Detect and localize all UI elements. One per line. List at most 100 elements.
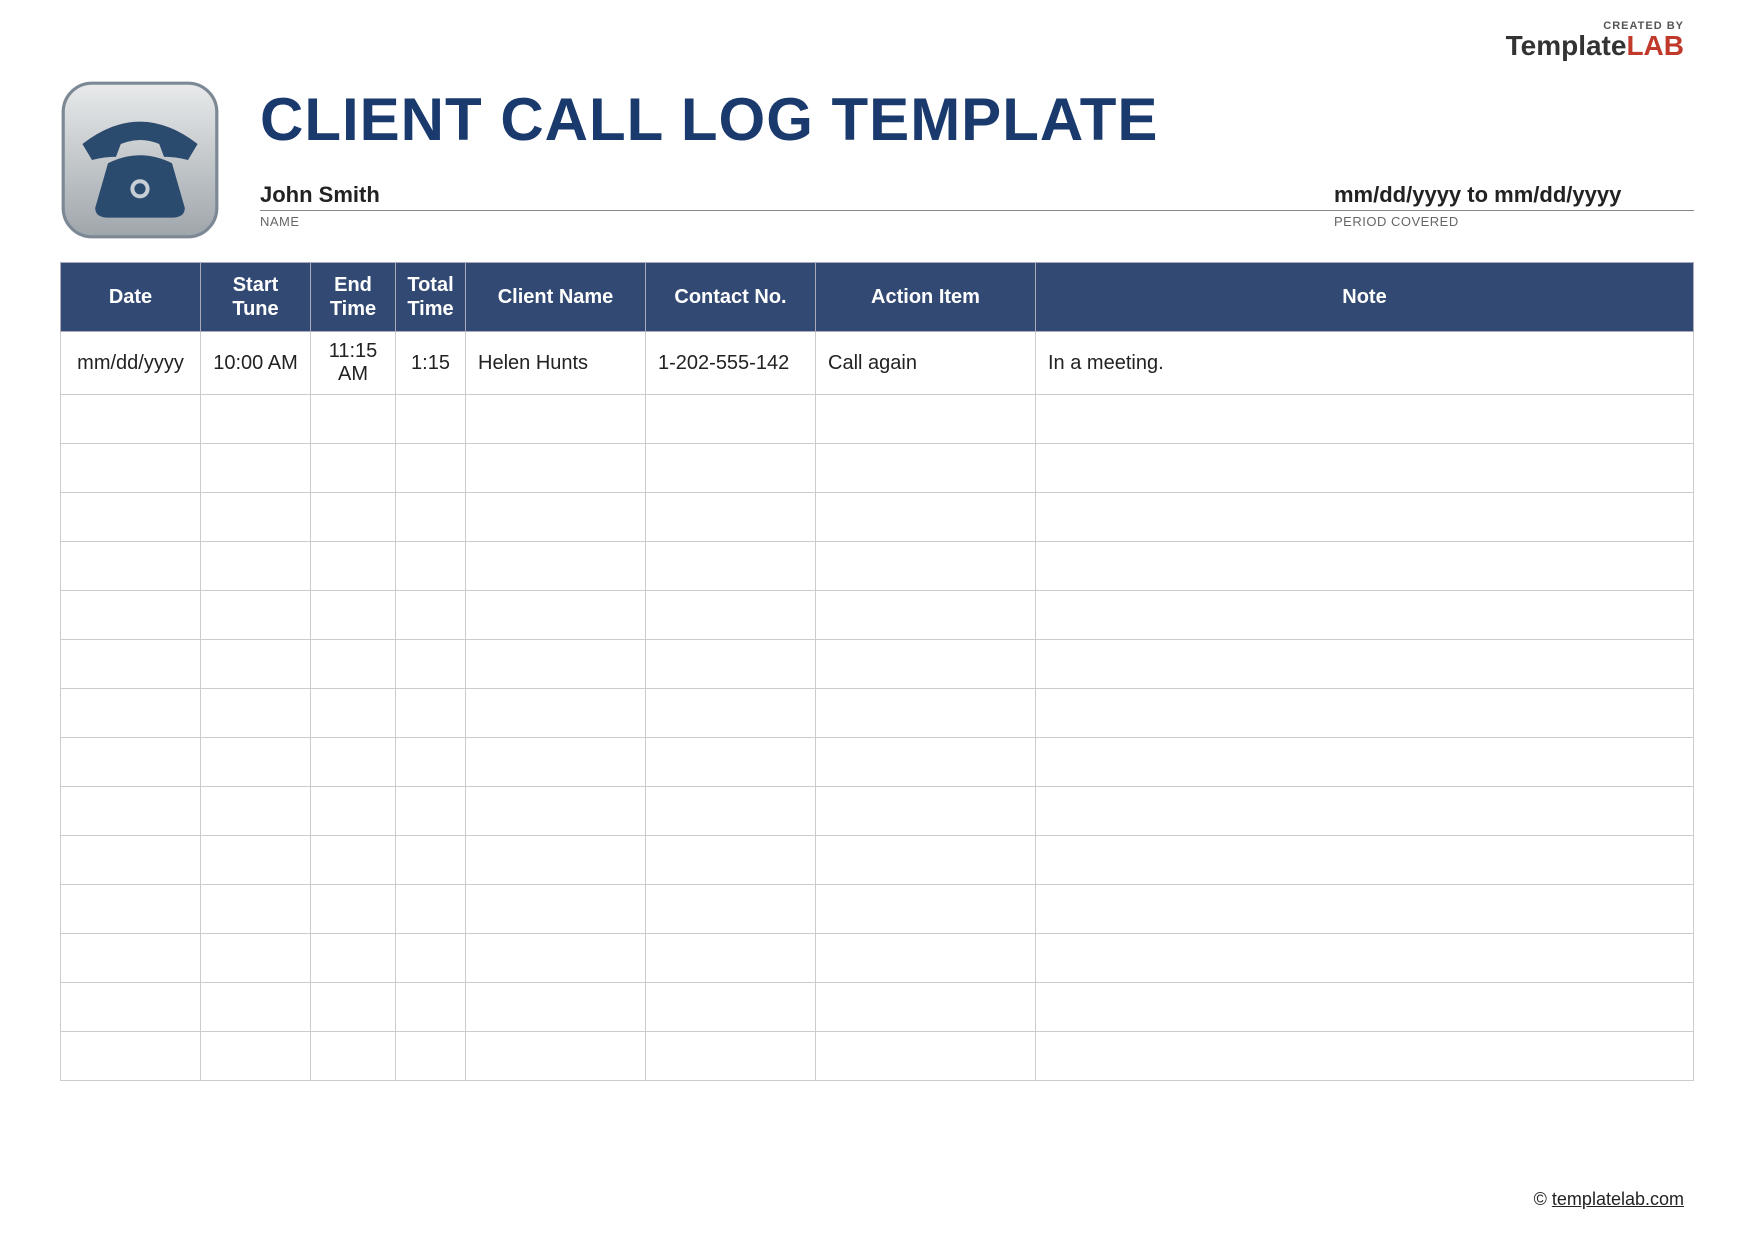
header-start: Start Tune xyxy=(201,263,311,332)
header-text: CLIENT CALL LOG TEMPLATE John Smith NAME… xyxy=(260,80,1694,229)
table-row xyxy=(61,493,1694,542)
cell-end xyxy=(311,395,396,444)
cell-client xyxy=(466,983,646,1032)
cell-client xyxy=(466,934,646,983)
header-end: End Time xyxy=(311,263,396,332)
brand-badge: CREATED BY TemplateLAB xyxy=(1506,20,1684,60)
cell-client xyxy=(466,493,646,542)
table-row xyxy=(61,983,1694,1032)
brand-name-part1: Template xyxy=(1506,30,1627,61)
cell-note xyxy=(1036,395,1694,444)
cell-date xyxy=(61,493,201,542)
page-title: CLIENT CALL LOG TEMPLATE xyxy=(260,85,1694,154)
header-note: Note xyxy=(1036,263,1694,332)
cell-start xyxy=(201,689,311,738)
cell-end xyxy=(311,983,396,1032)
cell-date xyxy=(61,395,201,444)
cell-action xyxy=(816,640,1036,689)
cell-end xyxy=(311,542,396,591)
cell-contact xyxy=(646,836,816,885)
cell-end xyxy=(311,836,396,885)
cell-client xyxy=(466,738,646,787)
cell-note xyxy=(1036,983,1694,1032)
cell-contact xyxy=(646,885,816,934)
cell-total xyxy=(396,787,466,836)
cell-end xyxy=(311,787,396,836)
cell-action xyxy=(816,1032,1036,1081)
cell-client xyxy=(466,1032,646,1081)
cell-note xyxy=(1036,836,1694,885)
cell-note xyxy=(1036,689,1694,738)
cell-end xyxy=(311,689,396,738)
table-row xyxy=(61,885,1694,934)
cell-note xyxy=(1036,542,1694,591)
cell-note xyxy=(1036,591,1694,640)
table-row xyxy=(61,591,1694,640)
cell-contact xyxy=(646,591,816,640)
cell-start xyxy=(201,395,311,444)
cell-start: 10:00 AM xyxy=(201,332,311,395)
cell-action xyxy=(816,689,1036,738)
cell-start xyxy=(201,885,311,934)
table-row xyxy=(61,444,1694,493)
cell-action xyxy=(816,542,1036,591)
cell-contact xyxy=(646,542,816,591)
meta-row: John Smith NAME mm/dd/yyyy to mm/dd/yyyy… xyxy=(260,182,1694,229)
cell-contact xyxy=(646,787,816,836)
cell-contact xyxy=(646,1032,816,1081)
header-total: Total Time xyxy=(396,263,466,332)
cell-contact xyxy=(646,689,816,738)
cell-end xyxy=(311,591,396,640)
cell-date xyxy=(61,542,201,591)
cell-action xyxy=(816,885,1036,934)
meta-period-block: mm/dd/yyyy to mm/dd/yyyy PERIOD COVERED xyxy=(1334,182,1694,229)
header-contact: Contact No. xyxy=(646,263,816,332)
cell-date xyxy=(61,983,201,1032)
cell-end xyxy=(311,493,396,542)
cell-total xyxy=(396,493,466,542)
cell-start xyxy=(201,493,311,542)
cell-client xyxy=(466,787,646,836)
meta-name-block: John Smith NAME xyxy=(260,182,1334,229)
table-row: mm/dd/yyyy10:00 AM11:15 AM1:15Helen Hunt… xyxy=(61,332,1694,395)
cell-client xyxy=(466,640,646,689)
cell-action xyxy=(816,591,1036,640)
cell-note xyxy=(1036,493,1694,542)
cell-start xyxy=(201,591,311,640)
cell-contact xyxy=(646,444,816,493)
cell-client xyxy=(466,444,646,493)
cell-action xyxy=(816,934,1036,983)
table-row xyxy=(61,542,1694,591)
footer-url: templatelab.com xyxy=(1552,1189,1684,1209)
cell-client xyxy=(466,395,646,444)
table-row xyxy=(61,640,1694,689)
cell-date xyxy=(61,787,201,836)
cell-total xyxy=(396,1032,466,1081)
cell-end xyxy=(311,934,396,983)
header-date: Date xyxy=(61,263,201,332)
cell-action xyxy=(816,836,1036,885)
table-row xyxy=(61,787,1694,836)
cell-client xyxy=(466,885,646,934)
header-client: Client Name xyxy=(466,263,646,332)
cell-end xyxy=(311,885,396,934)
brand-name-part2: LAB xyxy=(1626,30,1684,61)
header: CLIENT CALL LOG TEMPLATE John Smith NAME… xyxy=(60,80,1694,240)
cell-total xyxy=(396,395,466,444)
cell-date xyxy=(61,591,201,640)
cell-total: 1:15 xyxy=(396,332,466,395)
cell-action xyxy=(816,493,1036,542)
cell-note xyxy=(1036,1032,1694,1081)
cell-date xyxy=(61,689,201,738)
cell-end xyxy=(311,738,396,787)
cell-action xyxy=(816,738,1036,787)
cell-client xyxy=(466,542,646,591)
cell-contact xyxy=(646,640,816,689)
cell-client: Helen Hunts xyxy=(466,332,646,395)
cell-end: 11:15 AM xyxy=(311,332,396,395)
cell-date: mm/dd/yyyy xyxy=(61,332,201,395)
cell-note: In a meeting. xyxy=(1036,332,1694,395)
cell-start xyxy=(201,738,311,787)
table-row xyxy=(61,934,1694,983)
cell-action xyxy=(816,983,1036,1032)
